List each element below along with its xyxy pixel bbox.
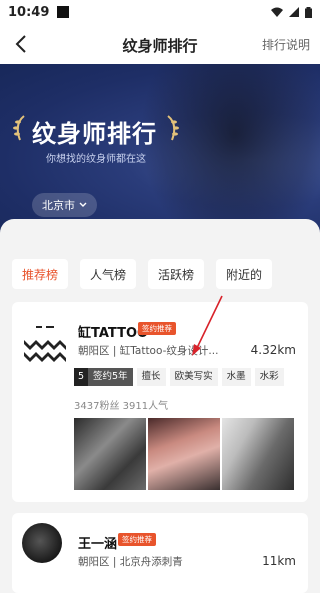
tab-recommended[interactable]: 推荐榜 [12, 259, 69, 289]
style-tag: 水墨 [221, 368, 251, 386]
laurel-left-icon [13, 115, 25, 141]
ranking-content: 推荐榜 人气榜 活跃榜 附近的 缸TATTOO 签约推荐 朝阳区 | 缸Tatt… [0, 219, 320, 593]
chevron-down-icon [79, 202, 87, 207]
artist-address: 朝阳区 | 缸Tattoo-纹身设计... [78, 345, 219, 357]
artist-distance: 4.32km [250, 343, 296, 357]
portfolio-photos [74, 418, 294, 490]
artist-card[interactable]: 缸TATTOO 签约推荐 朝阳区 | 缸Tattoo-纹身设计... 4.32k… [12, 302, 308, 502]
ranking-tabs: 推荐榜 人气榜 活跃榜 附近的 [12, 259, 273, 289]
style-tag: 欧美写实 [169, 368, 218, 386]
portfolio-photo[interactable] [222, 418, 294, 490]
battery-icon [305, 6, 312, 18]
signed-years-text: 签约5年 [88, 368, 133, 386]
artist-address: 朝阳区 | 北京舟添刺青 [78, 556, 183, 568]
style-tag: 水彩 [254, 368, 284, 386]
hero-banner: 纹身师排行 你想找的纹身师都在这 北京市 [0, 64, 320, 239]
signal-icon [289, 7, 299, 17]
city-label: 北京市 [42, 199, 75, 212]
artist-tags: 5 签约5年 擅长 欧美写实 水墨 水彩 [74, 368, 284, 386]
hero-subtitle: 你想找的纹身师都在这 [46, 154, 146, 165]
portfolio-photo[interactable] [74, 418, 146, 490]
portfolio-photo[interactable] [148, 418, 220, 490]
artist-stats: 3437粉丝 3911人气 [74, 401, 169, 412]
nav-bar: 纹身师排行 排行说明 [0, 24, 320, 64]
signed-badge: 签约推荐 [118, 533, 156, 546]
notification-icon [57, 6, 70, 18]
signed-badge: 签约推荐 [138, 322, 176, 335]
ranking-info-link[interactable]: 排行说明 [262, 36, 310, 53]
studio-logo [22, 320, 70, 368]
tattoo-artist-image [140, 64, 320, 239]
status-bar: 10:49 [0, 0, 320, 24]
artist-card[interactable]: 王一涵 签约推荐 朝阳区 | 北京舟添刺青 11km [12, 513, 308, 593]
signed-years-tag: 5 签约5年 [74, 368, 133, 386]
tab-nearby[interactable]: 附近的 [216, 259, 273, 289]
artist-distance: 11km [262, 554, 296, 568]
hero-title: 纹身师排行 [32, 120, 157, 148]
signed-years-number: 5 [74, 368, 88, 386]
status-time: 10:49 [8, 4, 50, 20]
tab-popular[interactable]: 人气榜 [80, 259, 137, 289]
wifi-icon [271, 7, 283, 17]
style-tag: 擅长 [136, 368, 166, 386]
artist-name: 王一涵 [78, 537, 118, 552]
city-selector[interactable]: 北京市 [32, 193, 97, 217]
avatar [22, 523, 62, 563]
laurel-right-icon [167, 115, 179, 141]
tab-active[interactable]: 活跃榜 [148, 259, 205, 289]
